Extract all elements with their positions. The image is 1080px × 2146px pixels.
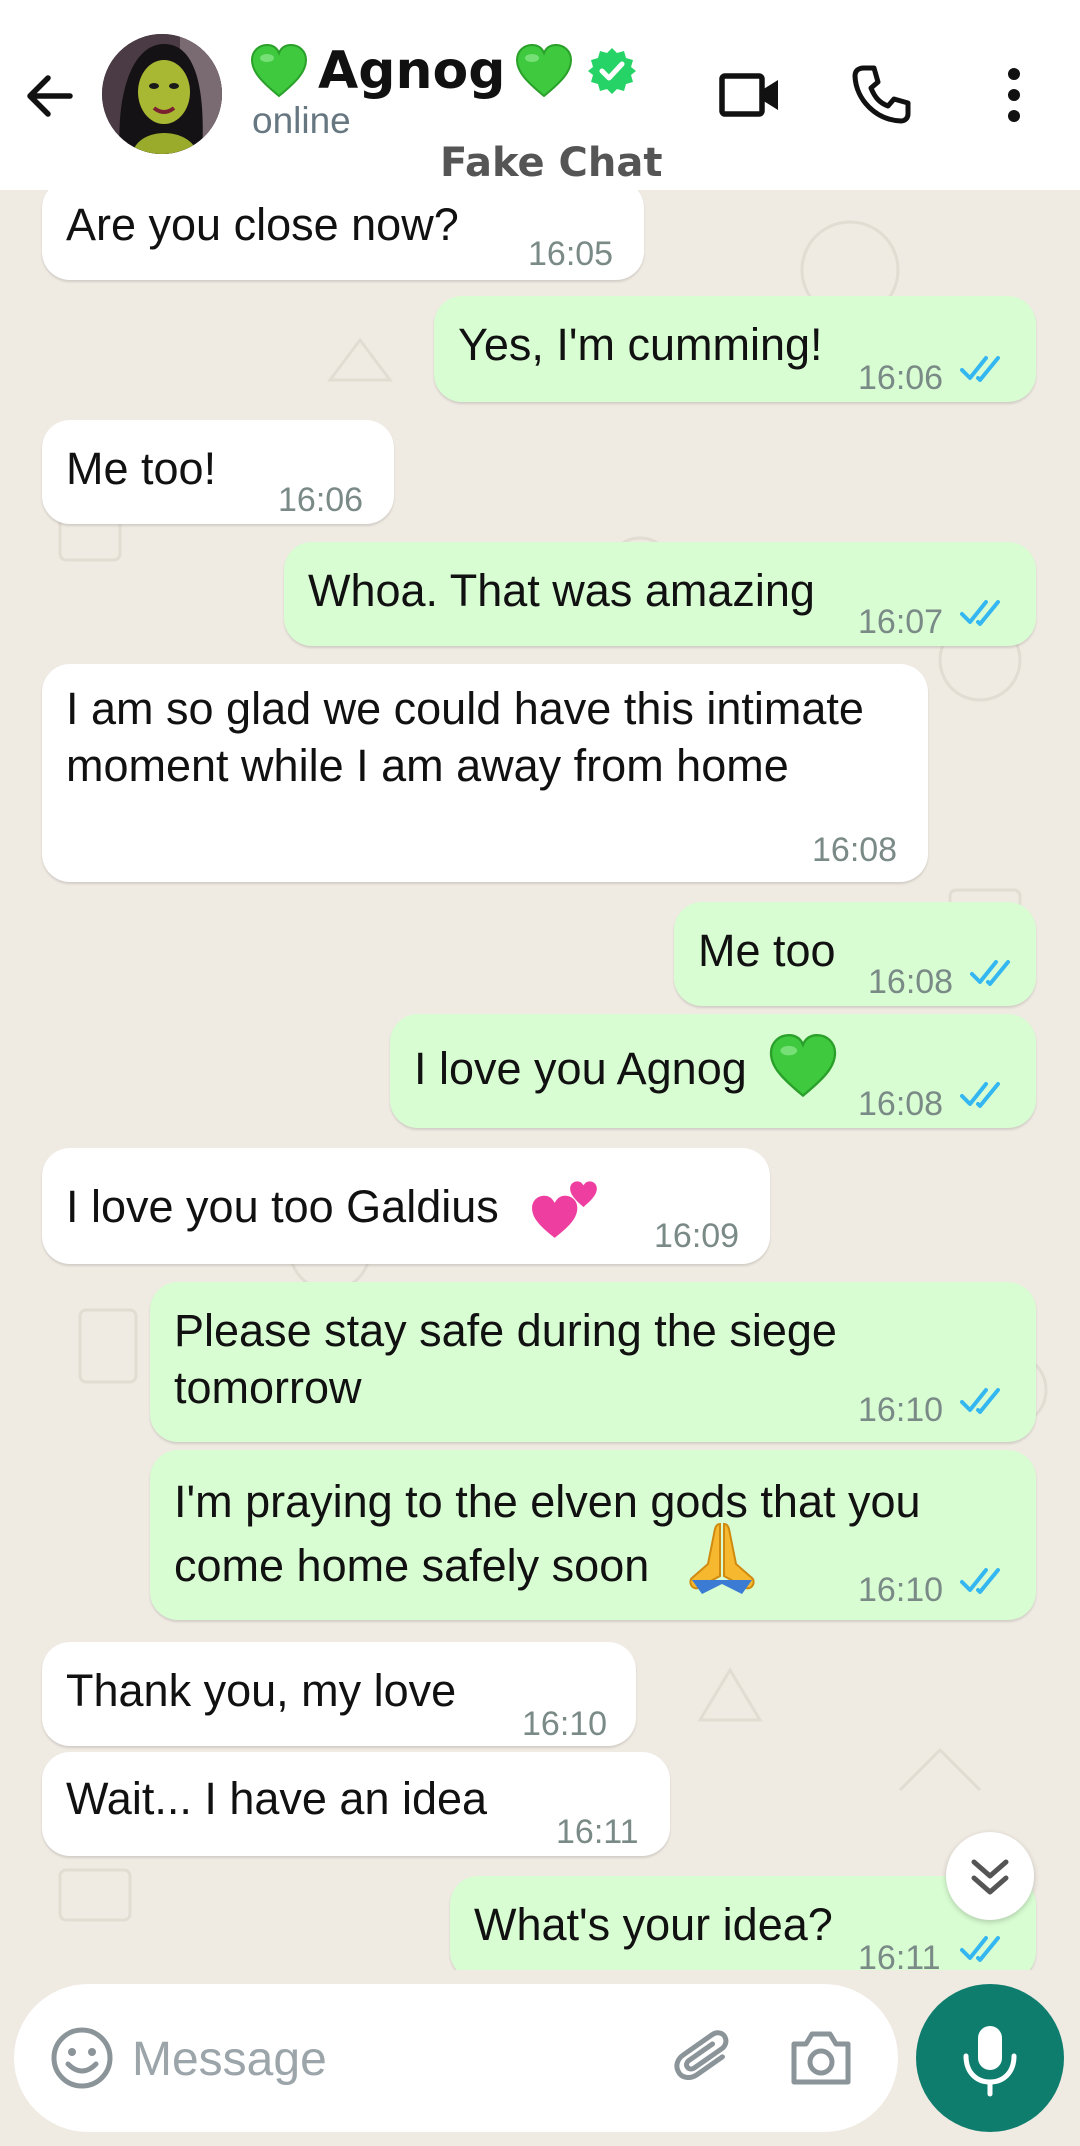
message-bubble-outgoing[interactable]: Yes, I'm cumming! 16:06 xyxy=(434,296,1036,402)
read-receipt-icon xyxy=(960,1568,1000,1594)
read-receipt-icon xyxy=(960,1936,1000,1962)
message-bubble-incoming[interactable]: Me too! 16:06 xyxy=(42,420,394,524)
message-time: 16:10 xyxy=(858,1391,944,1429)
avatar-image xyxy=(102,34,222,154)
message-bubble-incoming[interactable]: Are you close now? 16:05 xyxy=(42,190,644,280)
read-receipt-icon xyxy=(970,960,1010,986)
phone-icon[interactable] xyxy=(846,60,916,130)
double-chevron-down-icon xyxy=(971,1859,1009,1895)
contact-title[interactable]: Agnog xyxy=(250,38,637,104)
message-text: What's your idea? xyxy=(474,1899,833,1950)
message-bubble-outgoing[interactable]: Me too 16:08 xyxy=(674,902,1036,1006)
message-bubble-incoming[interactable]: Wait... I have an idea 16:11 xyxy=(42,1752,670,1856)
message-text: Please stay safe during the siege tomorr… xyxy=(174,1305,837,1413)
message-time: 16:06 xyxy=(858,359,944,397)
back-arrow-icon[interactable] xyxy=(22,68,78,124)
paperclip-icon[interactable] xyxy=(672,2024,740,2092)
message-text: I'm praying to the elven gods that you c… xyxy=(174,1476,921,1591)
emoji-smiley-icon[interactable] xyxy=(48,2024,116,2092)
message-time: 16:07 xyxy=(858,603,944,641)
message-text: I love you too Galdius xyxy=(66,1181,499,1232)
message-text: Whoa. That was amazing xyxy=(308,565,815,616)
message-bubble-outgoing[interactable]: I love you Agnog 16:08 xyxy=(390,1014,1036,1128)
read-receipt-icon xyxy=(960,600,1000,626)
message-time: 16:10 xyxy=(858,1571,944,1609)
message-input[interactable] xyxy=(132,2024,632,2094)
watermark-label: Fake Chat xyxy=(440,140,663,186)
message-text: Are you close now? xyxy=(66,199,459,250)
message-time: 16:08 xyxy=(812,831,898,869)
folded-hands-icon xyxy=(689,1522,755,1594)
message-bubble-outgoing[interactable]: Please stay safe during the siege tomorr… xyxy=(150,1282,1036,1442)
camera-icon[interactable] xyxy=(788,2026,854,2088)
message-text: I love you Agnog xyxy=(414,1043,747,1094)
green-heart-icon xyxy=(516,44,573,98)
video-call-icon[interactable] xyxy=(716,60,786,130)
message-bubble-incoming[interactable]: I am so glad we could have this intimate… xyxy=(42,664,928,882)
chat-header: Agnog online Fake Chat xyxy=(0,0,1080,190)
message-bubble-outgoing[interactable]: I'm praying to the elven gods that you c… xyxy=(150,1450,1036,1620)
message-time: 16:08 xyxy=(868,963,954,1001)
message-composer xyxy=(14,1984,898,2132)
verified-badge-icon xyxy=(588,48,637,94)
message-text: Me too! xyxy=(66,443,217,494)
message-text: Wait... I have an idea xyxy=(66,1773,488,1824)
message-text: I am so glad we could have this intimate… xyxy=(66,683,864,791)
read-receipt-icon xyxy=(960,1082,1000,1108)
message-bubble-incoming[interactable]: Thank you, my love 16:10 xyxy=(42,1642,636,1746)
message-text: Yes, I'm cumming! xyxy=(458,319,823,370)
more-options-icon[interactable] xyxy=(980,60,1040,130)
message-time: 16:08 xyxy=(858,1085,944,1123)
voice-record-button[interactable] xyxy=(916,1984,1064,2132)
contact-status: online xyxy=(252,100,351,141)
microphone-icon xyxy=(963,2026,1017,2097)
message-text: Thank you, my love xyxy=(66,1665,457,1716)
message-time: 16:10 xyxy=(522,1705,608,1743)
green-heart-icon xyxy=(250,44,308,98)
two-hearts-icon xyxy=(532,1181,597,1238)
message-time: 16:05 xyxy=(528,235,614,273)
message-time: 16:09 xyxy=(654,1217,740,1255)
contact-avatar[interactable] xyxy=(102,34,222,154)
green-heart-icon xyxy=(769,1034,837,1098)
message-bubble-outgoing[interactable]: Whoa. That was amazing 16:07 xyxy=(284,542,1036,646)
contact-name: Agnog xyxy=(318,41,506,101)
message-time: 16:11 xyxy=(556,1813,639,1851)
message-bubble-incoming[interactable]: I love you too Galdius 16:09 xyxy=(42,1148,770,1264)
message-list[interactable]: Are you close now? 16:05 Yes, I'm cummin… xyxy=(0,190,1080,1970)
read-receipt-icon xyxy=(960,356,1000,382)
message-time: 16:06 xyxy=(278,481,364,519)
message-text: Me too xyxy=(698,925,836,976)
scroll-to-bottom-button[interactable] xyxy=(946,1832,1034,1920)
message-time: 16:11 xyxy=(858,1939,941,1970)
read-receipt-icon xyxy=(960,1388,1000,1414)
